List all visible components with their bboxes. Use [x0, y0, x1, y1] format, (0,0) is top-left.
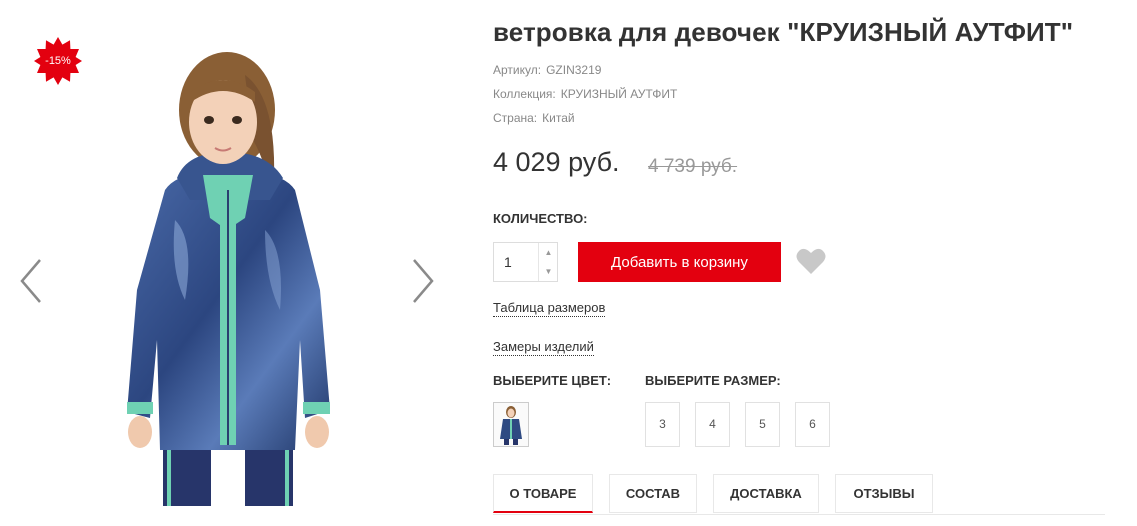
- meta-value: GZIN3219: [546, 63, 602, 77]
- product-photo: [127, 52, 330, 506]
- old-price: 4 739 руб.: [648, 156, 738, 177]
- tab-about[interactable]: О ТОВАРЕ: [493, 474, 593, 513]
- discount-badge-text: -15%: [45, 55, 71, 67]
- heart-icon: [796, 248, 826, 274]
- tab-reviews[interactable]: ОТЗЫВЫ: [835, 474, 933, 513]
- product-info: ветровка для девочек "КРУИЗНЫЙ АУТФИТ" А…: [493, 0, 1133, 526]
- gallery-next-button[interactable]: [408, 256, 438, 306]
- color-thumbnail: [500, 406, 522, 445]
- wishlist-button[interactable]: [796, 247, 826, 275]
- meta-value: КРУИЗНЫЙ АУТФИТ: [560, 87, 678, 101]
- size-option[interactable]: 5: [745, 402, 780, 447]
- product-title: ветровка для девочек "КРУИЗНЫЙ АУТФИТ": [493, 17, 1074, 47]
- discount-badge: -15%: [34, 37, 82, 85]
- color-swatch[interactable]: [493, 402, 529, 447]
- meta-value: Китай: [542, 111, 575, 125]
- size-table-link[interactable]: Таблица размеров: [493, 300, 606, 317]
- quantity-decrease-button[interactable]: ▼: [538, 262, 558, 281]
- quantity-label: КОЛИЧЕСТВО:: [493, 211, 588, 226]
- measurements-link[interactable]: Замеры изделий: [493, 339, 594, 356]
- current-price: 4 029 руб.: [493, 147, 620, 177]
- product-tabs: О ТОВАРЕ СОСТАВ ДОСТАВКА ОТЗЫВЫ: [493, 474, 1133, 526]
- tab-delivery[interactable]: ДОСТАВКА: [713, 474, 819, 513]
- quantity-input[interactable]: [494, 243, 536, 281]
- meta-label: Страна:: [493, 111, 538, 125]
- size-option[interactable]: 3: [645, 402, 680, 447]
- chevron-right-icon: [413, 259, 434, 303]
- quantity-increase-button[interactable]: ▲: [538, 243, 558, 262]
- color-label: ВЫБЕРИТЕ ЦВЕТ:: [493, 373, 612, 388]
- size-label: ВЫБЕРИТЕ РАЗМЕР:: [645, 373, 781, 388]
- size-option[interactable]: 6: [795, 402, 830, 447]
- gallery-prev-button[interactable]: [16, 256, 46, 306]
- meta-article: Артикул: GZIN3219: [493, 63, 601, 77]
- meta-country: Страна: Китай: [493, 111, 575, 125]
- tabs-divider: [493, 514, 1105, 515]
- tab-composition[interactable]: СОСТАВ: [609, 474, 697, 513]
- meta-label: Артикул:: [493, 63, 542, 77]
- size-option[interactable]: 4: [695, 402, 730, 447]
- product-gallery: -15%: [0, 0, 460, 526]
- add-to-cart-button[interactable]: Добавить в корзину: [578, 242, 781, 282]
- meta-label: Коллекция:: [493, 87, 556, 101]
- chevron-left-icon: [20, 259, 41, 303]
- meta-collection: Коллекция: КРУИЗНЫЙ АУТФИТ: [493, 87, 677, 101]
- quantity-stepper: ▲ ▼: [493, 242, 558, 282]
